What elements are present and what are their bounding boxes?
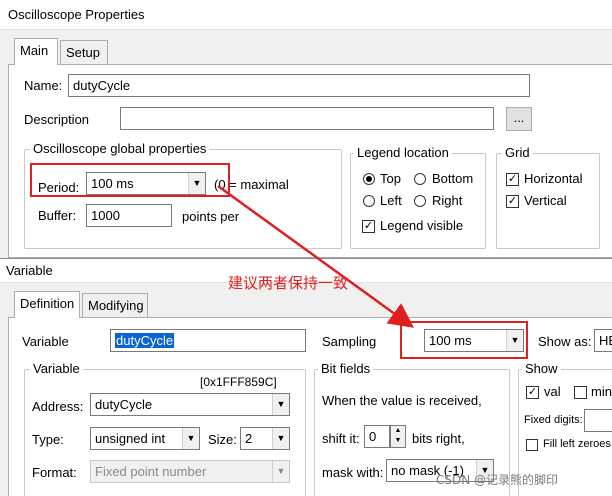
tab-main[interactable]: Main [14, 38, 58, 65]
annotation-arrow [217, 184, 415, 328]
annotation-text: 建议两者保持一致 [228, 274, 349, 292]
watermark: CSDN @记录熊的脚印 [436, 473, 559, 487]
tab-definition[interactable]: Definition [14, 291, 80, 318]
